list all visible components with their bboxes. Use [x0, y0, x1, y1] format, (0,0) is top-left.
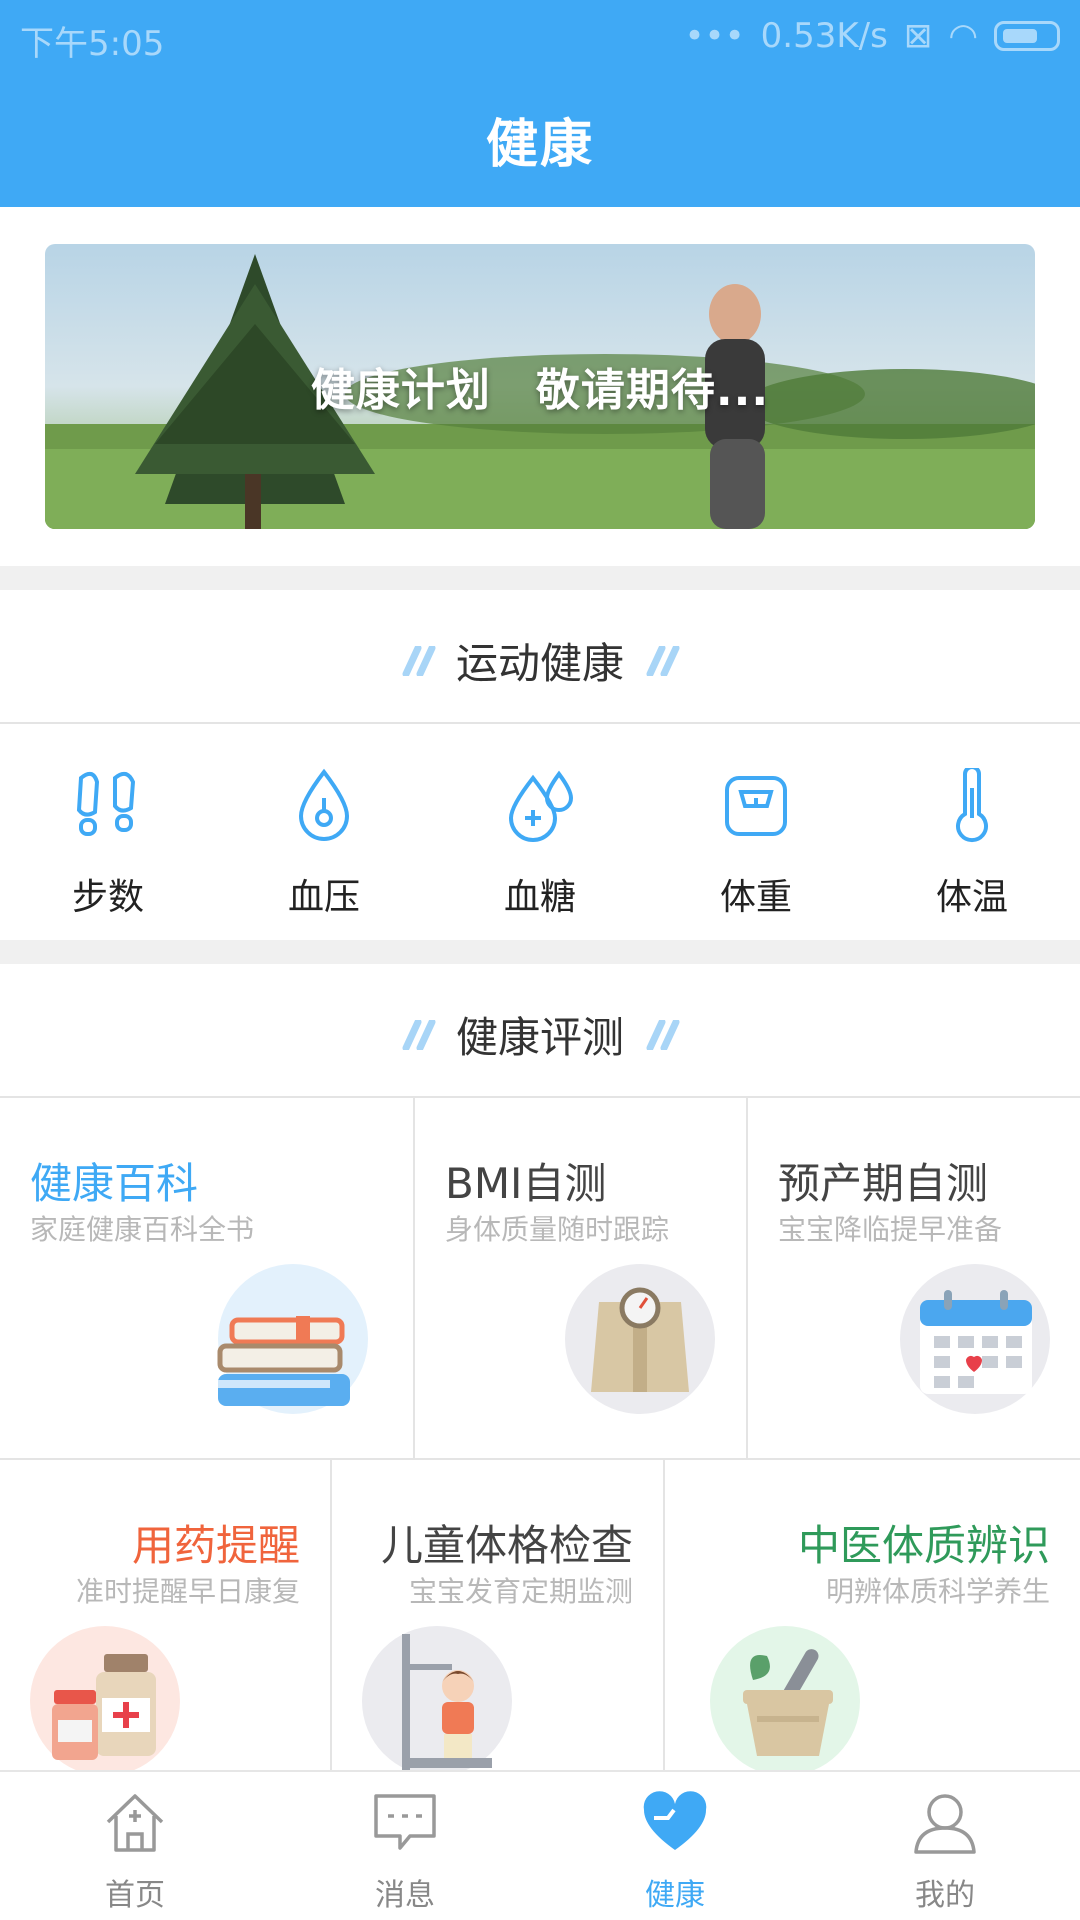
- battery-icon: [994, 21, 1060, 51]
- slash-decor-icon: [646, 645, 680, 676]
- heart-icon: [643, 1791, 707, 1850]
- nav-label: 首页: [105, 1878, 165, 1913]
- section-gap: [0, 566, 1080, 590]
- card-title: 预产期自测: [778, 1159, 989, 1208]
- sim-icon: ⊠: [903, 16, 933, 56]
- slash-decor-icon: [402, 1019, 436, 1050]
- metric-label: 血压: [287, 877, 360, 918]
- blood-sugar-icon: [508, 770, 574, 842]
- card-subtitle: 准时提醒早日康复: [75, 1575, 300, 1608]
- metric-blood-pressure[interactable]: 血压: [216, 748, 432, 938]
- wifi-icon: ◠: [948, 16, 978, 56]
- section-title-assessment: 健康评测: [0, 1004, 1080, 1065]
- user-icon: [914, 1794, 976, 1854]
- medicine-icon: [52, 1654, 156, 1760]
- more-dots-icon: •••: [684, 16, 745, 56]
- nav-messages[interactable]: 消息: [270, 1772, 540, 1920]
- section-title-text: 健康评测: [455, 1013, 624, 1062]
- card-title: BMI自测: [445, 1159, 607, 1208]
- books-icon: [217, 1316, 350, 1406]
- metric-label: 血糖: [503, 877, 576, 918]
- status-bar: 下午5:05 ••• 0.53K/s ⊠ ◠: [0, 0, 1080, 72]
- metric-blood-sugar[interactable]: 血糖: [432, 748, 648, 938]
- divider: [0, 722, 1080, 724]
- card-title: 用药提醒: [131, 1521, 300, 1570]
- card-bmi[interactable]: BMI自测 身体质量随时跟踪: [415, 1098, 748, 1458]
- card-subtitle: 宝宝发育定期监测: [408, 1575, 633, 1608]
- metric-label: 体重: [719, 877, 792, 918]
- card-tcm-constitution[interactable]: 中医体质辨识 明辨体质科学养生: [665, 1460, 1080, 1776]
- nav-label: 我的: [915, 1878, 975, 1913]
- calendar-icon: [920, 1290, 1032, 1394]
- scale-icon: [725, 776, 787, 836]
- card-health-wiki[interactable]: 健康百科 家庭健康百科全书: [0, 1098, 415, 1458]
- metric-label: 体温: [935, 877, 1008, 918]
- section-title-sports: 运动健康: [0, 630, 1080, 691]
- home-icon: [106, 1794, 164, 1852]
- banner-text: 健康计划 敬请期待...: [310, 365, 770, 416]
- status-right: ••• 0.53K/s ⊠ ◠: [684, 16, 1060, 56]
- footprints-icon: [76, 771, 136, 836]
- metric-label: 步数: [71, 877, 144, 918]
- sports-metrics: 步数 血压 血糖 体重 体温: [0, 748, 1080, 938]
- card-subtitle: 家庭健康百科全书: [30, 1213, 255, 1246]
- status-time: 下午5:05: [20, 24, 165, 64]
- banner[interactable]: 健康计划 敬请期待...: [45, 244, 1035, 529]
- slash-decor-icon: [402, 645, 436, 676]
- bottom-nav: 首页 消息 健康 我的: [0, 1770, 1080, 1920]
- metric-temperature[interactable]: 体温: [864, 748, 1080, 938]
- card-subtitle: 宝宝降临提早准备: [778, 1213, 1003, 1246]
- mortar-icon: [743, 1649, 833, 1756]
- metric-weight[interactable]: 体重: [648, 748, 864, 938]
- nav-home[interactable]: 首页: [0, 1772, 270, 1920]
- thermometer-icon: [956, 768, 988, 843]
- card-title: 健康百科: [30, 1159, 199, 1208]
- child-height-icon: [402, 1634, 492, 1770]
- metric-steps[interactable]: 步数: [0, 748, 216, 938]
- card-title: 儿童体格检查: [380, 1521, 633, 1570]
- page-title: 健康: [485, 115, 594, 175]
- nav-label: 消息: [375, 1878, 435, 1913]
- bmi-scale-icon: [591, 1287, 689, 1392]
- card-due-date[interactable]: 预产期自测 宝宝降临提早准备: [748, 1098, 1080, 1458]
- card-child-checkup[interactable]: 儿童体格检查 宝宝发育定期监测: [332, 1460, 665, 1776]
- nav-profile[interactable]: 我的: [810, 1772, 1080, 1920]
- nav-label: 健康: [645, 1878, 705, 1913]
- app-header: 健康: [0, 72, 1080, 207]
- slash-decor-icon: [646, 1019, 680, 1050]
- blood-drop-icon: [298, 768, 350, 841]
- section-gap: [0, 940, 1080, 964]
- nav-health[interactable]: 健康: [540, 1772, 810, 1920]
- section-title-text: 运动健康: [455, 639, 624, 688]
- card-medication-reminder[interactable]: 用药提醒 准时提醒早日康复: [0, 1460, 332, 1776]
- network-speed: 0.53K/s: [760, 16, 888, 56]
- card-title: 中医体质辨识: [797, 1521, 1050, 1570]
- message-icon: [374, 1794, 436, 1850]
- card-subtitle: 明辨体质科学养生: [825, 1575, 1050, 1608]
- card-subtitle: 身体质量随时跟踪: [445, 1213, 670, 1246]
